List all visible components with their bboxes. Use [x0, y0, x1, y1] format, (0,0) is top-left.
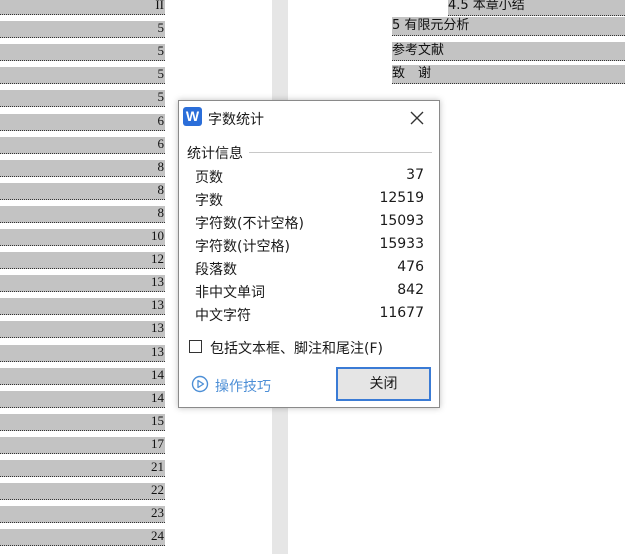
toc-left-row: 15	[0, 412, 165, 431]
toc-left-row: 13	[0, 297, 165, 316]
toc-left-row: II	[0, 0, 165, 15]
toc-entry-title: 参考文献	[392, 43, 447, 58]
toc-page-number: 8	[157, 181, 165, 197]
toc-entry-title: 4.5 本章小结	[448, 0, 527, 13]
play-circle-icon	[191, 375, 209, 393]
toc-page-number: 6	[157, 135, 165, 151]
toc-left-row: 23	[0, 505, 165, 524]
toc-page-number: 23	[151, 505, 164, 521]
stat-label: 非中文单词	[195, 285, 265, 301]
toc-left-row: 6	[0, 135, 165, 154]
toc-page-number: 8	[157, 204, 165, 220]
toc-left-row: 6	[0, 112, 165, 131]
toc-right-row: 4.5 本章小结	[448, 0, 625, 16]
close-icon[interactable]	[405, 106, 429, 130]
toc-page-number: 10	[151, 228, 164, 243]
toc-left-row: 5	[0, 43, 165, 62]
toc-left-row: 14	[0, 389, 165, 408]
tips-label[interactable]: 操作技巧	[215, 376, 271, 396]
stat-value: 12519	[379, 190, 424, 206]
toc-page-number: 24	[151, 528, 164, 544]
toc-page-number: 22	[151, 482, 164, 498]
toc-left-row: 10	[0, 228, 165, 246]
toc-left-row: 5	[0, 66, 165, 85]
toc-page-number: 12	[151, 251, 164, 267]
toc-right-row: 致 谢	[392, 65, 625, 84]
stat-label: 页数	[195, 170, 223, 186]
toc-page-number: 14	[151, 389, 164, 405]
stat-label: 段落数	[195, 262, 237, 278]
toc-right-row: 5 有限元分析	[392, 17, 625, 36]
toc-left-row: 14	[0, 366, 165, 385]
toc-left-row: 17	[0, 435, 165, 454]
section-title: 统计信息	[187, 146, 243, 162]
toc-left-row: 24	[0, 528, 165, 547]
stat-row-words: 字数 12519	[195, 190, 424, 210]
toc-left-row: 8	[0, 204, 165, 223]
toc-left-row: 5	[0, 89, 165, 108]
include-textbox-footnote-checkbox[interactable]	[189, 340, 202, 353]
toc-left-row: 8	[0, 158, 165, 177]
wps-writer-icon: W	[183, 107, 202, 126]
toc-left-row: 21	[0, 459, 165, 477]
stat-label: 中文字符	[195, 308, 251, 324]
stat-row-chinese-chars: 中文字符 11677	[195, 305, 424, 325]
stat-label: 字数	[195, 193, 223, 209]
toc-page-number: 5	[157, 43, 165, 59]
toc-page-number: 21	[151, 459, 164, 474]
toc-page-number: 5	[157, 20, 165, 36]
toc-left-row: 13	[0, 274, 165, 293]
toc-left-row: 13	[0, 320, 165, 339]
toc-page-number: 5	[157, 66, 165, 82]
toc-page-number: 8	[157, 158, 165, 174]
toc-page-number: 5	[157, 89, 165, 105]
dialog-title: 字数统计	[208, 112, 264, 128]
toc-page-number: 13	[151, 274, 164, 290]
toc-left-row: 13	[0, 343, 165, 362]
toc-page-number: 15	[151, 412, 164, 428]
toc-left-row: 5	[0, 20, 165, 39]
word-count-dialog: W 字数统计 统计信息 页数 37 字数 12519 字符数(不计空格) 150…	[178, 100, 440, 408]
toc-left-row: 12	[0, 251, 165, 270]
toc-right-row: 参考文献	[392, 42, 625, 61]
stat-value: 476	[397, 259, 424, 275]
toc-page-number: 14	[151, 366, 164, 382]
dialog-titlebar: W 字数统计	[179, 101, 439, 134]
stat-value: 15933	[379, 236, 424, 252]
stat-label: 字符数(不计空格)	[195, 216, 304, 232]
toc-page-number: 13	[151, 297, 164, 313]
stat-value: 842	[397, 282, 424, 298]
toc-page-number: II	[155, 0, 164, 12]
toc-left-row: 22	[0, 482, 165, 501]
toc-entry-title: 5 有限元分析	[392, 18, 472, 33]
checkbox-label[interactable]: 包括文本框、脚注和尾注(F)	[210, 338, 383, 358]
stat-value: 11677	[379, 305, 424, 321]
toc-page-number: 17	[151, 435, 164, 451]
stat-row-chars-no-spaces: 字符数(不计空格) 15093	[195, 213, 424, 233]
toc-page-number: 6	[157, 112, 165, 128]
stat-row-non-chinese-words: 非中文单词 842	[195, 282, 424, 302]
stat-value: 15093	[379, 213, 424, 229]
stat-value: 37	[406, 167, 424, 183]
section-divider	[249, 152, 432, 153]
stat-row-pages: 页数 37	[195, 167, 424, 187]
toc-left-row: 8	[0, 181, 165, 200]
close-button[interactable]: 关闭	[336, 367, 431, 401]
stat-label: 字符数(计空格)	[195, 239, 290, 255]
toc-page-number: 13	[151, 320, 164, 336]
toc-entry-title: 致 谢	[392, 66, 434, 81]
stat-row-chars-with-spaces: 字符数(计空格) 15933	[195, 236, 424, 256]
toc-page-number: 13	[151, 343, 164, 359]
stat-row-paragraphs: 段落数 476	[195, 259, 424, 279]
